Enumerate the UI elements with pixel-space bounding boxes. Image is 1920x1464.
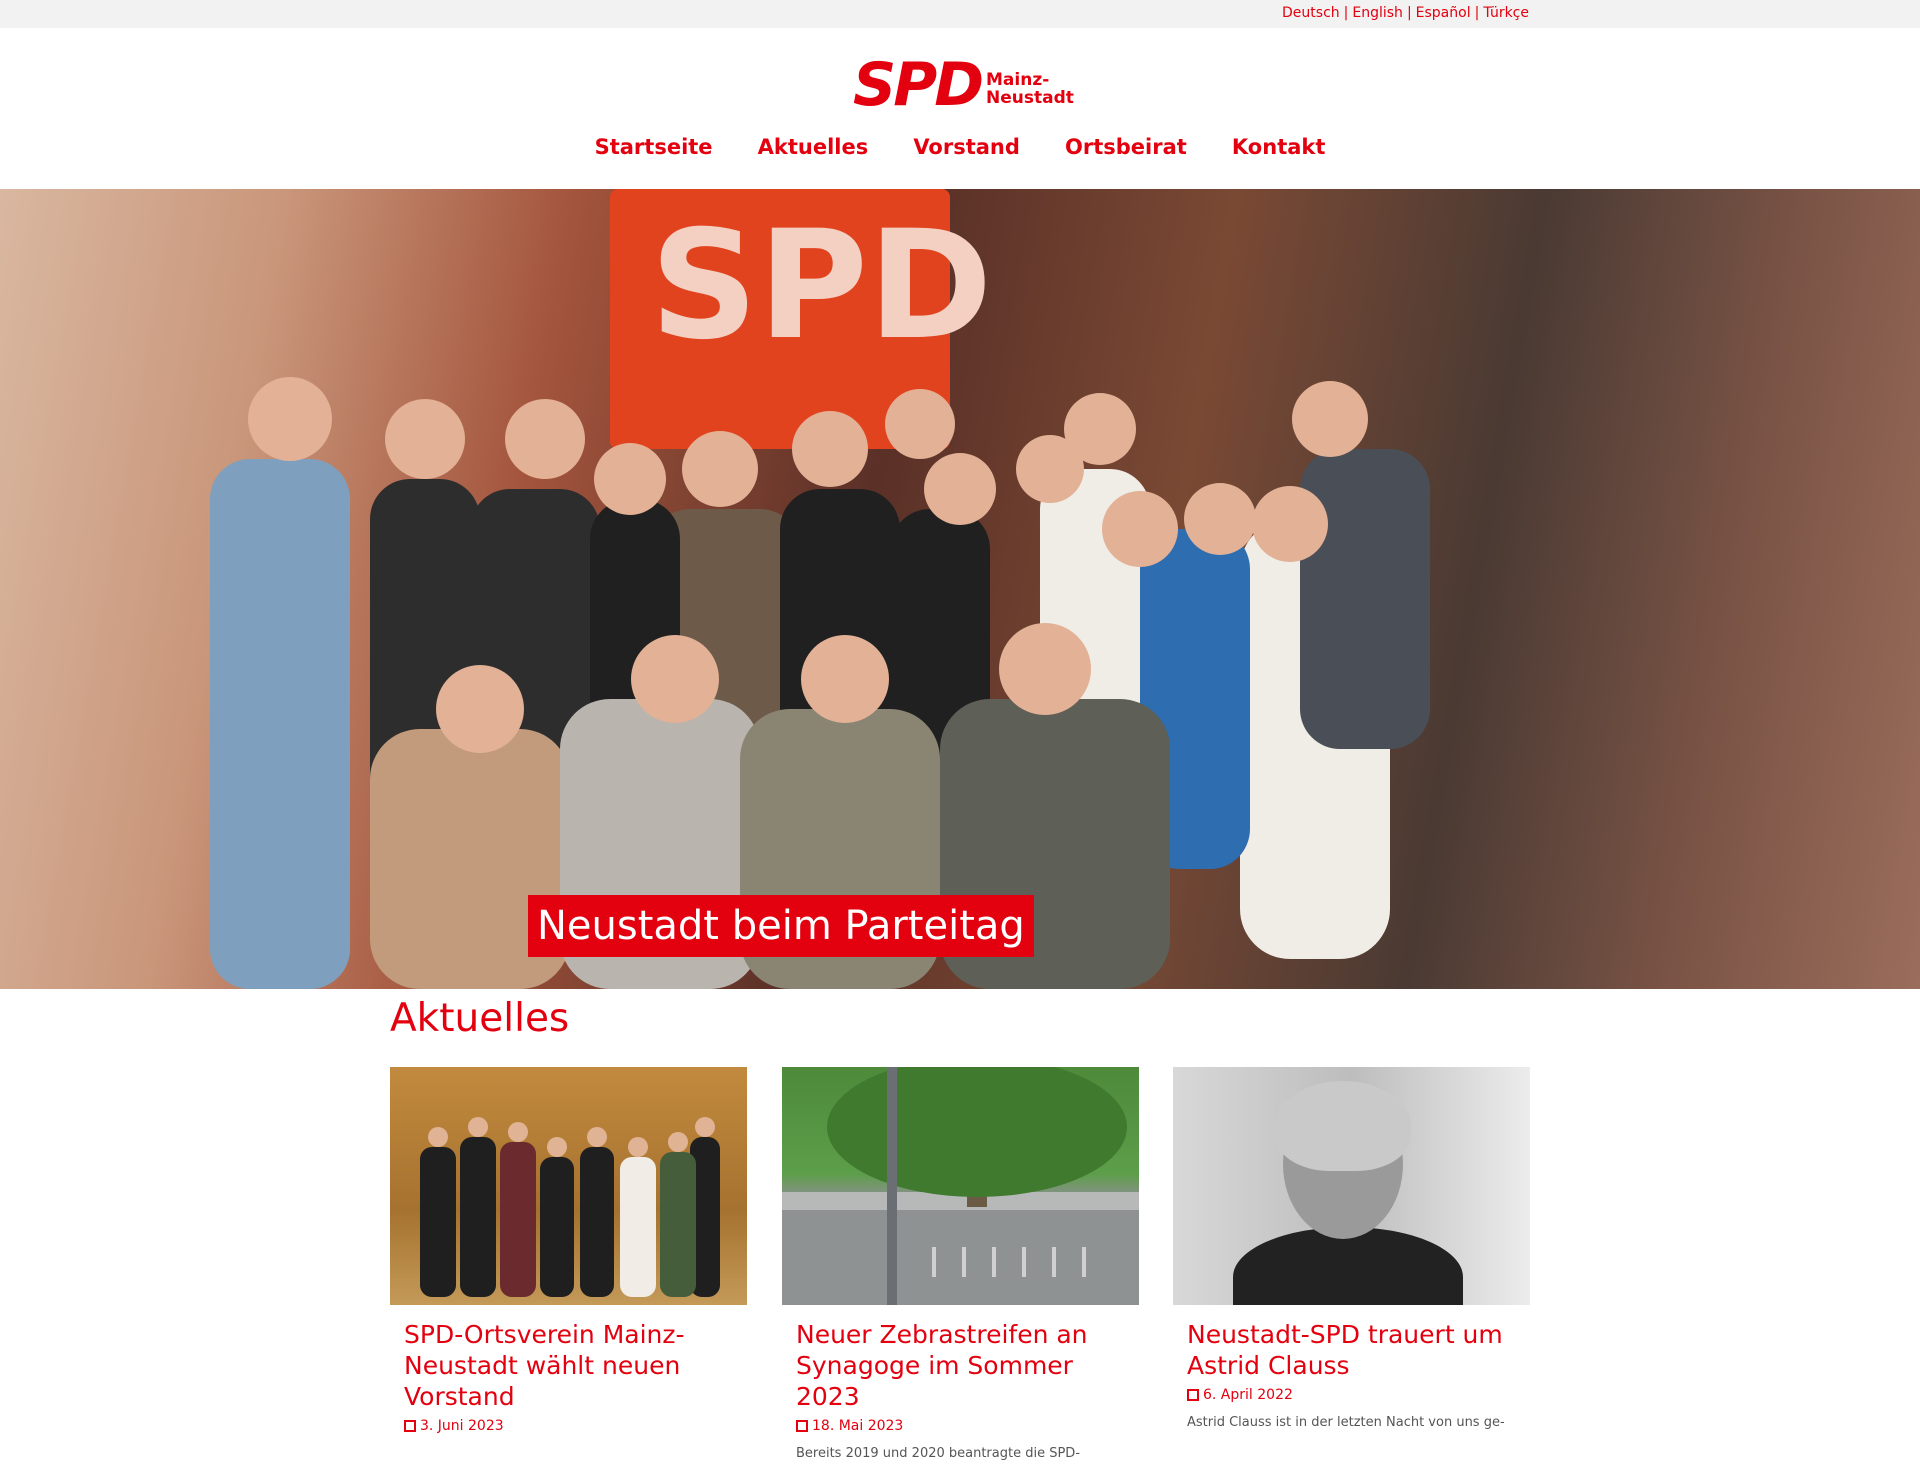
nav-startseite[interactable]: Startseite xyxy=(595,135,713,159)
calendar-icon xyxy=(1187,1389,1199,1401)
logo-brand: SPD xyxy=(853,50,984,120)
street-photo-thumbnail xyxy=(782,1067,1139,1305)
logo-place: Mainz- Neustadt xyxy=(986,71,1074,107)
news-title[interactable]: SPD-Ortsverein Mainz-Neustadt wählt neue… xyxy=(404,1319,733,1412)
language-switcher: Deutsch | English | Español | Türkçe xyxy=(1282,5,1529,21)
news-date-text: 6. April 2022 xyxy=(1203,1387,1293,1403)
news-card[interactable]: SPD-Ortsverein Mainz-Neustadt wählt neue… xyxy=(390,1067,747,1434)
lang-english[interactable]: English xyxy=(1352,5,1403,21)
news-title[interactable]: Neuer Zebrastreifen an Synagoge im Somme… xyxy=(796,1319,1125,1412)
hero-caption[interactable]: Neustadt beim Parteitag xyxy=(528,895,1034,957)
news-teaser: Bereits 2019 und 2020 beantragte die SPD… xyxy=(796,1446,1081,1461)
separator: | xyxy=(1343,5,1349,21)
lang-deutsch[interactable]: Deutsch xyxy=(1282,5,1340,21)
site-header: SPD Mainz- Neustadt Startseite Aktuelles… xyxy=(0,28,1920,189)
news-image[interactable] xyxy=(1173,1067,1530,1305)
calendar-icon xyxy=(404,1420,416,1432)
lang-turkce[interactable]: Türkçe xyxy=(1483,5,1529,21)
main-nav: Startseite Aktuelles Vorstand Ortsbeirat… xyxy=(0,135,1920,159)
news-date: 6. April 2022 xyxy=(1187,1387,1516,1403)
nav-kontakt[interactable]: Kontakt xyxy=(1232,135,1326,159)
logo-place-line2: Neustadt xyxy=(986,88,1074,108)
group-photo-thumbnail xyxy=(420,1117,720,1297)
separator: | xyxy=(1474,5,1480,21)
news-image[interactable] xyxy=(782,1067,1139,1305)
news-date-text: 3. Juni 2023 xyxy=(420,1418,504,1434)
news-title[interactable]: Neustadt-SPD trauert um Astrid Clauss xyxy=(1187,1319,1516,1381)
news-date-text: 18. Mai 2023 xyxy=(812,1418,904,1434)
hero-image: SPD Neustadt beim Parteitag ▲ xyxy=(0,189,1920,989)
section-title: Aktuelles xyxy=(390,996,570,1041)
news-card[interactable]: Neustadt-SPD trauert um Astrid Clauss 6.… xyxy=(1173,1067,1530,1433)
news-teaser: Astrid Clauss ist in der letzten Nacht v… xyxy=(1187,1415,1505,1430)
news-date: 18. Mai 2023 xyxy=(796,1418,1125,1434)
portrait-hair xyxy=(1275,1081,1411,1171)
separator: | xyxy=(1406,5,1412,21)
lang-espanol[interactable]: Español xyxy=(1416,5,1471,21)
nav-aktuelles[interactable]: Aktuelles xyxy=(758,135,869,159)
nav-vorstand[interactable]: Vorstand xyxy=(913,135,1020,159)
top-bar: Deutsch | English | Español | Türkçe xyxy=(0,0,1920,28)
news-card[interactable]: Neuer Zebrastreifen an Synagoge im Somme… xyxy=(782,1067,1139,1464)
site-logo[interactable]: SPD Mainz- Neustadt xyxy=(853,52,1074,118)
calendar-icon xyxy=(796,1420,808,1432)
logo-place-line1: Mainz- xyxy=(986,70,1050,90)
news-image[interactable] xyxy=(390,1067,747,1305)
news-date: 3. Juni 2023 xyxy=(404,1418,733,1434)
nav-ortsbeirat[interactable]: Ortsbeirat xyxy=(1065,135,1187,159)
hero-wall-text: SPD xyxy=(650,199,993,373)
